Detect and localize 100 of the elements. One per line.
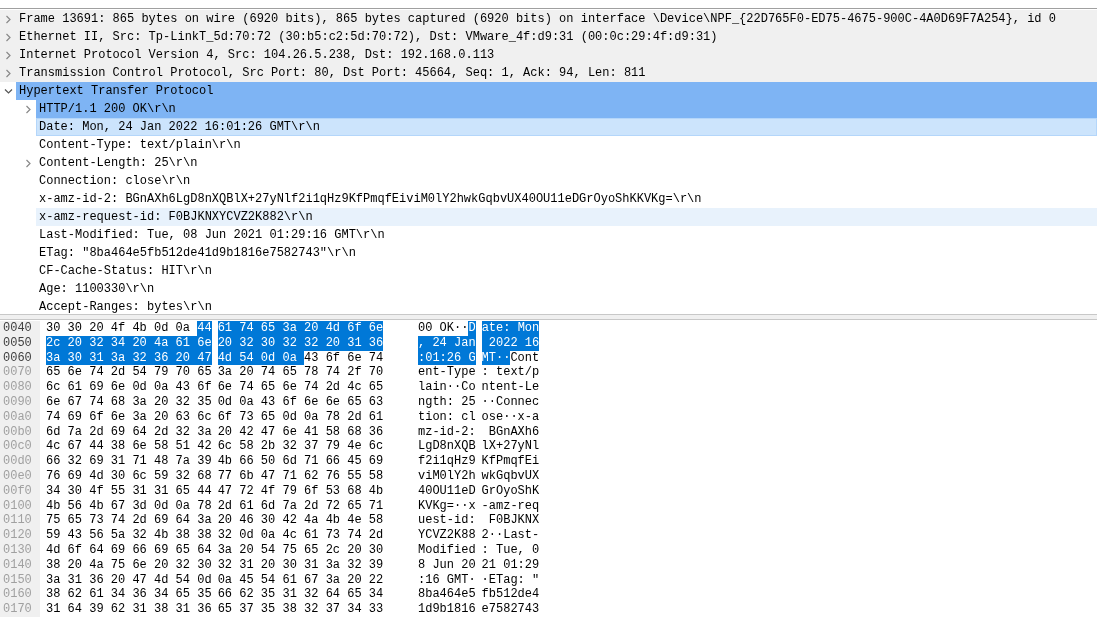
ascii-text[interactable]: -amz-req: [481, 498, 540, 514]
hex-bytes[interactable]: 43 6f 6e 74: [304, 350, 384, 366]
hex-bytes[interactable]: 59 43 56 5a 32 4b 38 38: [46, 528, 212, 543]
ascii-text[interactable]: ntent-Le: [481, 380, 540, 395]
ascii-text[interactable]: KfPmqfEi: [481, 454, 540, 469]
ascii-text[interactable]: e7582743: [481, 602, 540, 617]
ascii-text[interactable]: , 24 Jan: [418, 335, 476, 351]
offset-label: 0160: [0, 587, 40, 603]
hex-bytes[interactable]: 47 72 4f 79 6f 53 68 4b: [217, 483, 384, 499]
hex-bytes[interactable]: 32 0d 0a 4c 61 73 74 2d: [217, 528, 384, 543]
chevron-right-icon[interactable]: [3, 68, 13, 78]
hex-bytes[interactable]: 32 31 20 30 31 3a 32 39: [217, 557, 384, 573]
hex-bytes[interactable]: 65 6e 74 2d 54 79 70 65: [46, 365, 212, 381]
hex-bytes[interactable]: 38 20 4a 75 6e 20 32 30: [46, 557, 212, 573]
hex-bytes[interactable]: 6f 73 65 0d 0a 78 2d 61: [217, 409, 384, 425]
hex-bytes[interactable]: 2c 20 32 34 20 4a 61 6e: [46, 335, 212, 351]
ascii-text[interactable]: ate: Mon: [481, 321, 540, 336]
hex-bytes[interactable]: 44: [197, 321, 212, 336]
hex-bytes[interactable]: 0d 0a 43 6f 6e 6e 65 63: [217, 395, 384, 410]
tree-item[interactable]: x-amz-request-id: F0BJKNXYCVZ2K882\r\n: [36, 208, 1097, 226]
hex-bytes[interactable]: 6e 67 74 68 3a 20 32 35: [46, 395, 212, 410]
hex-bytes[interactable]: 3a 31 36 20 47 4d 54 0d: [46, 572, 212, 588]
ascii-text[interactable]: ··Connec: [481, 395, 540, 410]
hex-bytes[interactable]: 20 46 30 42 4a 4b 4e 58: [217, 513, 384, 529]
ascii-text[interactable]: : text/p: [481, 365, 540, 381]
hex-bytes[interactable]: 66 32 69 31 71 48 7a 39: [46, 454, 212, 469]
ascii-text[interactable]: lain··Co: [418, 380, 476, 395]
tree-item[interactable]: Connection: close\r\n: [36, 172, 1097, 190]
hex-bytes[interactable]: 65 37 35 38 32 37 34 33: [217, 602, 384, 617]
ascii-text[interactable]: D: [468, 321, 476, 336]
chevron-right-icon[interactable]: [23, 104, 33, 114]
hex-bytes[interactable]: 20 42 47 6e 41 58 68 36: [217, 424, 384, 440]
ascii-text[interactable]: LgD8nXQB: [418, 439, 476, 455]
ascii-text[interactable]: 2··Last-: [481, 528, 540, 543]
hex-bytes[interactable]: 31 64 39 62 31 38 31 36: [46, 602, 212, 617]
tree-item[interactable]: Accept-Ranges: bytes\r\n: [36, 298, 1097, 314]
tree-item[interactable]: HTTP/1.1 200 OK\r\n: [36, 100, 1097, 118]
ascii-text[interactable]: tion: cl: [418, 409, 476, 425]
hex-bytes[interactable]: 4b 66 50 6d 71 66 45 69: [217, 454, 384, 469]
ascii-text[interactable]: 1d9b1816: [418, 602, 476, 617]
hex-bytes[interactable]: 6d 7a 2d 69 64 2d 32 3a: [46, 424, 212, 440]
hex-bytes[interactable]: 2d 61 6d 7a 2d 72 65 71: [217, 498, 384, 514]
ascii-text[interactable]: F0BJKNX: [481, 513, 540, 529]
chevron-right-icon[interactable]: [23, 158, 33, 168]
hex-bytes[interactable]: 38 62 61 34 36 34 65 35: [46, 587, 212, 603]
offset-label: 0110: [0, 513, 40, 529]
tree-item[interactable]: Content-Type: text/plain\r\n: [36, 136, 1097, 154]
tree-item[interactable]: x-amz-id-2: BGnAXh6LgD8nXQBlX+27yNlf2i1qHz9KfPmqfEiviM0lY2hwkGqbvUX40OU11eDGrOyoShKKVKg=\r\n: [36, 190, 1097, 208]
hex-bytes[interactable]: 61 74 65 3a 20 4d 6f 6e: [217, 321, 384, 336]
tree-item[interactable]: Date: Mon, 24 Jan 2022 16:01:26 GMT\r\n: [36, 118, 1097, 136]
tree-item[interactable]: Last-Modified: Tue, 08 Jun 2021 01:29:16 GMT\r\n: [36, 226, 1097, 244]
ascii-text[interactable]: 21 01:29: [481, 557, 540, 573]
ascii-text[interactable]: lX+27yNl: [481, 439, 540, 455]
chevron-right-icon[interactable]: [3, 50, 13, 60]
hex-bytes[interactable]: 75 65 73 74 2d 69 64 3a: [46, 513, 212, 529]
ascii-text[interactable]: 8ba464e5: [418, 587, 476, 603]
hex-bytes[interactable]: 76 69 4d 30 6c 59 32 68: [46, 468, 212, 484]
ascii-text[interactable]: mz-id-2:: [418, 424, 476, 440]
ascii-text[interactable]: Modified: [418, 542, 476, 558]
ascii-text[interactable]: GrOyoShK: [481, 483, 540, 499]
ascii-text[interactable]: f2i1qHz9: [418, 454, 476, 469]
tree-item[interactable]: Age: 1100330\r\n: [36, 280, 1097, 298]
ascii-text[interactable]: wkGqbvUX: [481, 468, 540, 484]
tree-item[interactable]: Hypertext Transfer Protocol: [16, 82, 1097, 100]
hex-bytes[interactable]: 4c 67 44 38 6e 58 51 42: [46, 439, 212, 455]
tree-item[interactable]: Content-Length: 25\r\n: [36, 154, 1097, 172]
hex-bytes[interactable]: 0a 45 54 61 67 3a 20 22: [217, 572, 384, 588]
ascii-text[interactable]: KVKg=··x: [418, 498, 476, 514]
hex-bytes[interactable]: 30 30 20 4f 4b 0d 0a: [46, 321, 198, 336]
ascii-text[interactable]: uest-id:: [418, 513, 476, 529]
hex-bytes[interactable]: 66 62 35 31 32 64 65 34: [217, 587, 384, 603]
hex-bytes[interactable]: 4d 6f 64 69 66 69 65 64: [46, 542, 212, 558]
ascii-text[interactable]: ·ETag: ": [481, 572, 540, 588]
ascii-text[interactable]: :16 GMT·: [418, 572, 476, 588]
tree-item[interactable]: ETag: "8ba464e5fb512de41d9b1816e7582743"\r\n: [36, 244, 1097, 262]
tree-item[interactable]: CF-Cache-Status: HIT\r\n: [36, 262, 1097, 280]
ascii-text[interactable]: ose··x-a: [481, 409, 540, 425]
ascii-text[interactable]: ngth: 25: [418, 395, 476, 410]
chevron-down-icon[interactable]: [3, 86, 13, 96]
ascii-text[interactable]: : Tue, 0: [481, 542, 540, 558]
hex-bytes[interactable]: 74 69 6f 6e 3a 20 63 6c: [46, 409, 212, 425]
ascii-text[interactable]: BGnAXh6: [481, 424, 540, 440]
hex-bytes[interactable]: 34 30 4f 55 31 31 65 44: [46, 483, 212, 499]
ascii-text[interactable]: viM0lY2h: [418, 468, 476, 484]
ascii-text[interactable]: YCVZ2K88: [418, 528, 476, 543]
ascii-text[interactable]: 40OU11eD: [418, 483, 476, 499]
chevron-right-icon[interactable]: [3, 32, 13, 42]
hex-bytes[interactable]: 6e 74 65 6e 74 2d 4c 65: [217, 380, 384, 395]
hex-bytes[interactable]: 77 6b 47 71 62 76 55 58: [217, 468, 384, 484]
ascii-text[interactable]: 8 Jun 20: [418, 557, 476, 573]
ascii-text[interactable]: fb512de4: [481, 587, 540, 603]
ascii-text[interactable]: 00 OK··: [418, 321, 469, 336]
hex-bytes[interactable]: 3a 20 54 75 65 2c 20 30: [217, 542, 384, 558]
hex-bytes[interactable]: 6c 58 2b 32 37 79 4e 6c: [217, 439, 384, 455]
hex-bytes[interactable]: 6c 61 69 6e 0d 0a 43 6f: [46, 380, 212, 395]
hex-bytes[interactable]: 4b 56 4b 67 3d 0d 0a 78: [46, 498, 212, 514]
hex-bytes[interactable]: 3a 20 74 65 78 74 2f 70: [217, 365, 384, 381]
chevron-right-icon[interactable]: [3, 14, 13, 24]
ascii-text[interactable]: ent-Type: [418, 365, 476, 381]
ascii-text[interactable]: Cont: [510, 350, 540, 366]
